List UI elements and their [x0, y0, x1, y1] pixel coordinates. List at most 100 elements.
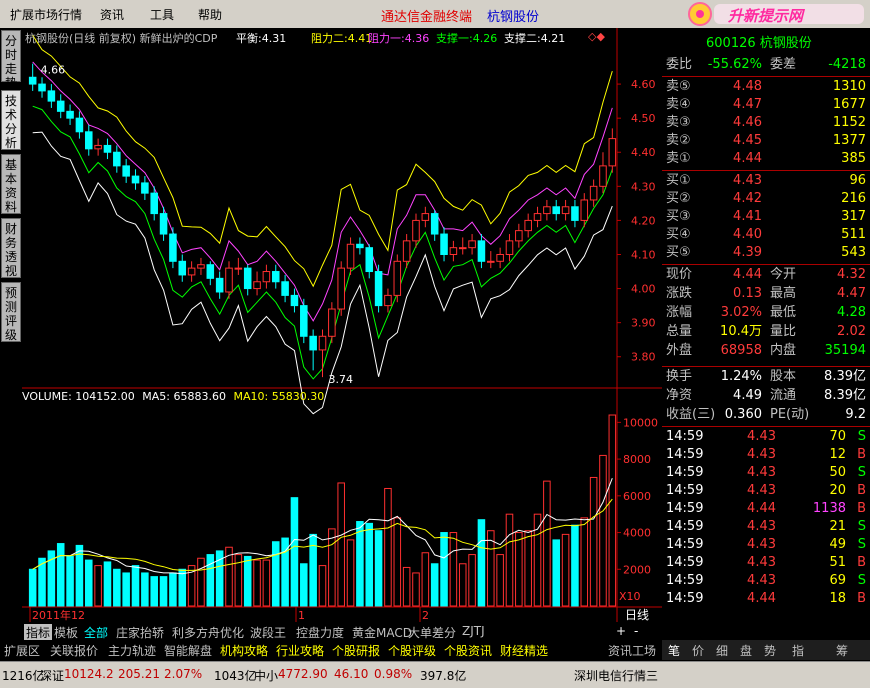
nav-industry[interactable]: 行业攻略 — [276, 642, 324, 659]
nav-news[interactable]: 个股资讯 — [444, 642, 492, 659]
status-zx-chg: 46.10 — [334, 667, 369, 681]
stat-row: 总量 10.4万 量比 2.02 — [666, 323, 866, 341]
tab-detail[interactable]: 细 — [716, 642, 728, 659]
nav-extend[interactable]: 扩展区 — [4, 642, 40, 659]
menu-news[interactable]: 资讯 — [100, 6, 124, 23]
tab-liduo[interactable]: 利多方舟优化 — [172, 624, 244, 641]
status-zx-amt: 397.8亿 — [420, 669, 467, 683]
volume-bar — [84, 559, 93, 607]
fundamental-value: 8.39亿 — [824, 388, 866, 403]
volume-label: VOLUME: — [22, 390, 72, 403]
stat-label: 现价 — [666, 267, 693, 282]
kline-chart-area[interactable]: 4.60 4.50 4.40 4.30 4.20 4.10 4.00 3.90 3.80 1000… — [22, 28, 662, 622]
kline-chart-svg[interactable]: 4.60 4.50 4.40 4.30 4.20 4.10 4.00 3.90 3.80 1000… — [22, 28, 662, 622]
chart-settings-icon[interactable]: ◇◆ — [588, 30, 605, 43]
tab-boduan[interactable]: 波段王 — [250, 624, 286, 641]
bid-diff-value: -4218 — [828, 57, 866, 72]
candle-body — [28, 76, 37, 85]
date-label: 2011年12 — [32, 608, 85, 622]
nav-inst[interactable]: 机构攻略 — [220, 642, 268, 659]
status-sz-label[interactable]: 深证 — [40, 667, 64, 684]
nav-select[interactable]: 财经精选 — [500, 642, 548, 659]
separator — [662, 264, 870, 265]
buy-level-price: 4.42 — [733, 191, 762, 206]
quote-panel: 600126 杭钢股份 委比 -55.62% 委差 -4218 卖⑤ 4.48 13… — [662, 28, 870, 640]
tick-side: B — [857, 483, 866, 498]
tab-financial[interactable]: 财务透视 — [1, 218, 21, 278]
tick-price: 4.43 — [747, 519, 776, 534]
tick-volume: 21 — [829, 519, 846, 534]
tab-template[interactable]: 模板 — [54, 624, 78, 641]
zoom-in-button[interactable]: + — [616, 624, 626, 638]
candle-body — [187, 267, 196, 276]
stat-value: 3.02% — [720, 305, 762, 320]
menu-extended-market[interactable]: 扩展市场行情 — [10, 6, 82, 23]
tick-price: 4.44 — [747, 501, 776, 516]
status-amount: 1216亿 — [2, 669, 45, 683]
bid-diff-label: 委差 — [770, 57, 797, 72]
nav-smart[interactable]: 智能解盘 — [164, 642, 212, 659]
ma5-value: 65883.60 — [173, 390, 227, 403]
volume-bar — [94, 565, 102, 607]
tab-rating[interactable]: 预测评级 — [1, 282, 21, 342]
sell-level-row: 卖② 4.45 1377 — [666, 132, 866, 150]
tab-intraday[interactable]: 分时走势 — [1, 30, 21, 90]
nav-rating[interactable]: 个股评级 — [388, 642, 436, 659]
candle-body — [346, 243, 355, 269]
tick-volume: 20 — [829, 483, 846, 498]
fundamental-label: PE(动) — [770, 407, 810, 422]
tab-zhuangjia[interactable]: 庄家抬轿 — [116, 624, 164, 641]
date-label: 2 — [422, 609, 429, 622]
tab-all[interactable]: 全部 — [84, 624, 108, 641]
tab-technical[interactable]: 技术分析 — [1, 90, 21, 150]
tab-trend[interactable]: 势 — [764, 642, 776, 659]
zoom-out-button[interactable]: - — [634, 624, 638, 638]
tab-zjtj[interactable]: ZJTJ — [462, 624, 485, 638]
candle-body — [543, 206, 551, 215]
buy-level-price: 4.41 — [733, 209, 762, 224]
stat-label: 外盘 — [666, 343, 693, 358]
fundamental-value: 0.360 — [724, 407, 762, 422]
nav-research[interactable]: 个股研报 — [332, 642, 380, 659]
candle-body — [141, 182, 149, 194]
tab-board[interactable]: 盘 — [740, 642, 752, 659]
tab-dadan[interactable]: 大单差分 — [408, 624, 456, 641]
nav-related[interactable]: 关联报价 — [50, 642, 98, 659]
candle-body — [197, 264, 205, 269]
tab-macd[interactable]: 黄金MACD — [352, 624, 412, 641]
tab-chips[interactable]: 筹 — [836, 642, 848, 659]
candle-body — [599, 165, 607, 187]
buy-level-volume: 543 — [841, 245, 866, 260]
nav-workshop[interactable]: 资讯工场 — [608, 642, 656, 659]
tick-price: 4.43 — [747, 537, 776, 552]
volume-bar — [552, 539, 561, 607]
ma10-label: MA10: — [233, 390, 269, 403]
tick-row: 14:59 4.44 18 B — [666, 590, 866, 608]
promo-title[interactable]: 通达信金融终端 — [381, 6, 472, 25]
volume-bar — [159, 576, 168, 607]
sell-level-price: 4.46 — [733, 115, 762, 130]
tab-kongpan[interactable]: 控盘力度 — [296, 624, 344, 641]
tab-price[interactable]: 价 — [692, 642, 704, 659]
candle-body — [487, 260, 495, 263]
candle-body — [608, 138, 617, 167]
tab-basic-info[interactable]: 基本资料 — [1, 154, 21, 214]
volume-bar — [253, 559, 261, 607]
tick-row: 14:59 4.43 69 S — [666, 572, 866, 590]
candle-body — [524, 219, 532, 232]
brand-logo: 升新提示网 — [670, 1, 868, 27]
tab-ticks[interactable]: 笔 — [668, 642, 680, 659]
fundamental-label: 净资 — [666, 388, 693, 403]
cdp-resist1: 阻力一:4.36 — [368, 30, 429, 46]
menu-help[interactable]: 帮助 — [198, 6, 222, 23]
candle-body — [533, 213, 542, 221]
nav-main-track[interactable]: 主力轨迹 — [108, 642, 156, 659]
menu-tools[interactable]: 工具 — [150, 6, 174, 23]
tick-price: 4.43 — [747, 465, 776, 480]
tab-indicator[interactable]: 指标 — [24, 624, 53, 641]
status-zx-label[interactable]: 中小 — [254, 667, 278, 684]
promo-stock[interactable]: 杭钢股份 — [487, 6, 539, 25]
tick-price: 4.43 — [747, 447, 776, 462]
candle-body — [56, 100, 65, 112]
tab-index[interactable]: 指 — [792, 642, 804, 659]
